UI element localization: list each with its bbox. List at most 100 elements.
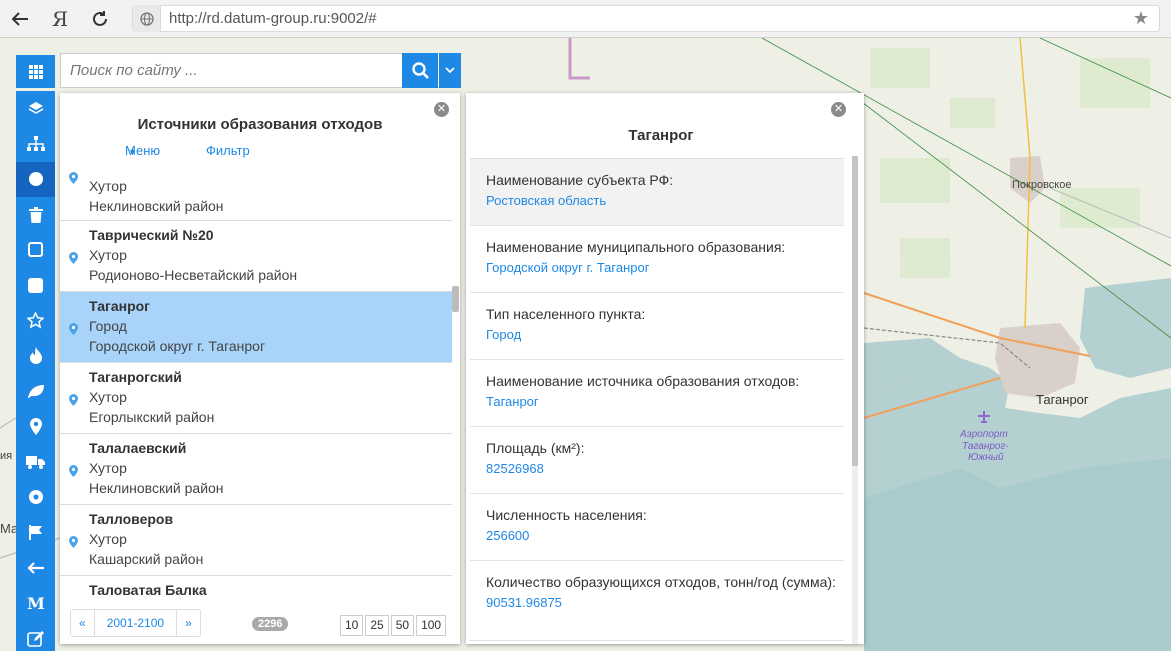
pager-prev-button[interactable]: «	[71, 610, 95, 636]
item-district: Егорлыкский район	[89, 409, 215, 425]
attribute-value[interactable]: Город	[486, 327, 844, 342]
pager-range[interactable]: 2001-2100	[95, 610, 178, 636]
item-district: Родионово-Несветайский район	[89, 267, 298, 283]
metro-button[interactable]: M	[16, 585, 55, 620]
fire-icon	[29, 347, 42, 365]
list-item[interactable]: Хутор Неклиновский район	[60, 170, 452, 221]
search-icon	[411, 62, 429, 79]
arrow-left-icon	[26, 561, 44, 574]
attribute-key: Наименование субъекта РФ:	[486, 172, 674, 188]
page-size-10[interactable]: 10	[340, 615, 364, 636]
attribute-key: Наименование источника образования отход…	[486, 373, 800, 389]
item-type: Хутор	[89, 460, 127, 476]
close-icon[interactable]: ✕	[434, 102, 449, 117]
reload-icon[interactable]	[80, 0, 120, 38]
menu-dropdown[interactable]: Меню ▼	[125, 143, 160, 158]
sources-panel: ✕ Источники образования отходов Меню ▼ Ф…	[60, 93, 460, 644]
search-options-button[interactable]	[439, 53, 461, 88]
flag-icon	[28, 524, 42, 540]
flag-button[interactable]	[16, 515, 55, 550]
item-type: Город	[89, 318, 127, 334]
attribute-value[interactable]: 90531.96875	[486, 595, 844, 610]
back-arrow-icon[interactable]	[0, 0, 40, 38]
truck-button[interactable]	[16, 444, 55, 479]
apps-grid-icon	[28, 64, 43, 79]
svg-text:M: M	[27, 596, 45, 610]
list-item[interactable]: Таганрогский Хутор Егорлыкский район	[60, 363, 452, 434]
star-button[interactable]	[16, 303, 55, 338]
map-label-airport-3: Южный	[968, 452, 1004, 463]
disc-icon	[28, 489, 43, 504]
attribute-value[interactable]: Ростовская область	[486, 193, 844, 208]
attribute-value[interactable]: Таганрог	[486, 394, 844, 409]
search-button[interactable]	[402, 53, 438, 88]
chevron-down-icon	[445, 67, 455, 74]
list-item[interactable]: Талалаевский Хутор Неклиновский район	[60, 434, 452, 505]
map-pin-icon	[69, 323, 78, 335]
attribute-row: Тип населенного пункта: Город	[470, 293, 844, 360]
item-type: Хутор	[89, 247, 127, 263]
address-bar[interactable]: http://rd.datum-group.ru:9002/# ★	[132, 5, 1160, 32]
browser-toolbar: Я http://rd.datum-group.ru:9002/# ★	[0, 0, 1171, 38]
circle-icon	[28, 172, 43, 187]
globe-icon[interactable]	[133, 5, 161, 32]
square-outline-button[interactable]	[16, 232, 55, 267]
list-item-selected[interactable]: Таганрог Город Городской округ г. Таганр…	[60, 292, 452, 363]
list-item[interactable]: Таврический №20 Хутор Родионово-Несветай…	[60, 221, 452, 292]
filter-link[interactable]: Фильтр	[206, 143, 250, 158]
map-pin-button[interactable]	[16, 409, 55, 444]
list-scrollbar[interactable]	[452, 286, 459, 312]
site-search	[60, 53, 461, 88]
disc-button[interactable]	[16, 479, 55, 514]
hierarchy-button[interactable]	[16, 126, 55, 161]
item-type: Хутор	[89, 389, 127, 405]
fire-button[interactable]	[16, 338, 55, 373]
hierarchy-icon	[26, 135, 45, 151]
square-outline-icon	[28, 242, 43, 258]
item-district: Неклиновский район	[89, 198, 224, 214]
attribute-key: Количество образующихся отходов, тонн/го…	[486, 574, 836, 590]
star-icon[interactable]: ★	[1133, 8, 1149, 29]
page-size-50[interactable]: 50	[390, 615, 415, 636]
map-pin-icon	[69, 252, 78, 264]
map-pin-icon	[69, 172, 78, 184]
apps-grid-button[interactable]	[16, 55, 55, 88]
square-filled-button[interactable]	[16, 267, 55, 302]
circle-button[interactable]	[16, 161, 55, 197]
edit-button[interactable]	[16, 620, 55, 651]
url-text[interactable]: http://rd.datum-group.ru:9002/#	[169, 10, 377, 27]
star-outline-icon	[27, 311, 44, 329]
attribute-value[interactable]: 82526968	[486, 461, 844, 476]
edit-icon	[27, 630, 44, 647]
panel-title: Источники образования отходов	[137, 116, 383, 133]
item-district: Городской округ г. Таганрог	[89, 338, 266, 354]
attribute-value[interactable]: 256600	[486, 528, 844, 543]
item-name: Таврический №20	[89, 227, 214, 243]
yandex-button[interactable]: Я	[40, 0, 80, 38]
list-item[interactable]: Талловеров Хутор Кашарский район	[60, 505, 452, 576]
leaf-button[interactable]	[16, 373, 55, 408]
item-district: Кашарский район	[89, 551, 204, 567]
close-icon[interactable]: ✕	[831, 102, 846, 117]
map-pin-icon	[69, 465, 78, 477]
total-count-badge: 2296	[252, 617, 289, 631]
pager-next-button[interactable]: »	[177, 610, 200, 636]
panel-menu-row: Меню ▼ Фильтр	[60, 143, 460, 163]
attribute-row: Наименование источника образования отход…	[470, 360, 844, 427]
attribute-key: Тип населенного пункта:	[486, 306, 646, 322]
item-name: Таловатая Балка	[89, 582, 207, 597]
item-type: Хутор	[89, 178, 127, 194]
attribute-row: Количество образующихся отходов, тонн/го…	[470, 561, 844, 641]
page-size-selector: 10 25 50 100	[338, 615, 447, 636]
left-toolbar: M	[16, 91, 55, 651]
search-input[interactable]	[61, 54, 399, 87]
list-item[interactable]: Таловатая Балка	[60, 576, 452, 597]
page-size-100[interactable]: 100	[416, 615, 447, 636]
details-scrollbar-thumb[interactable]	[852, 156, 858, 466]
page-size-25[interactable]: 25	[365, 615, 389, 636]
layers-button[interactable]	[16, 91, 55, 126]
trash-button[interactable]	[16, 197, 55, 232]
arrow-left-button[interactable]	[16, 550, 55, 585]
details-title: Таганрог	[628, 127, 694, 144]
attribute-value[interactable]: Городской округ г. Таганрог	[486, 260, 844, 275]
